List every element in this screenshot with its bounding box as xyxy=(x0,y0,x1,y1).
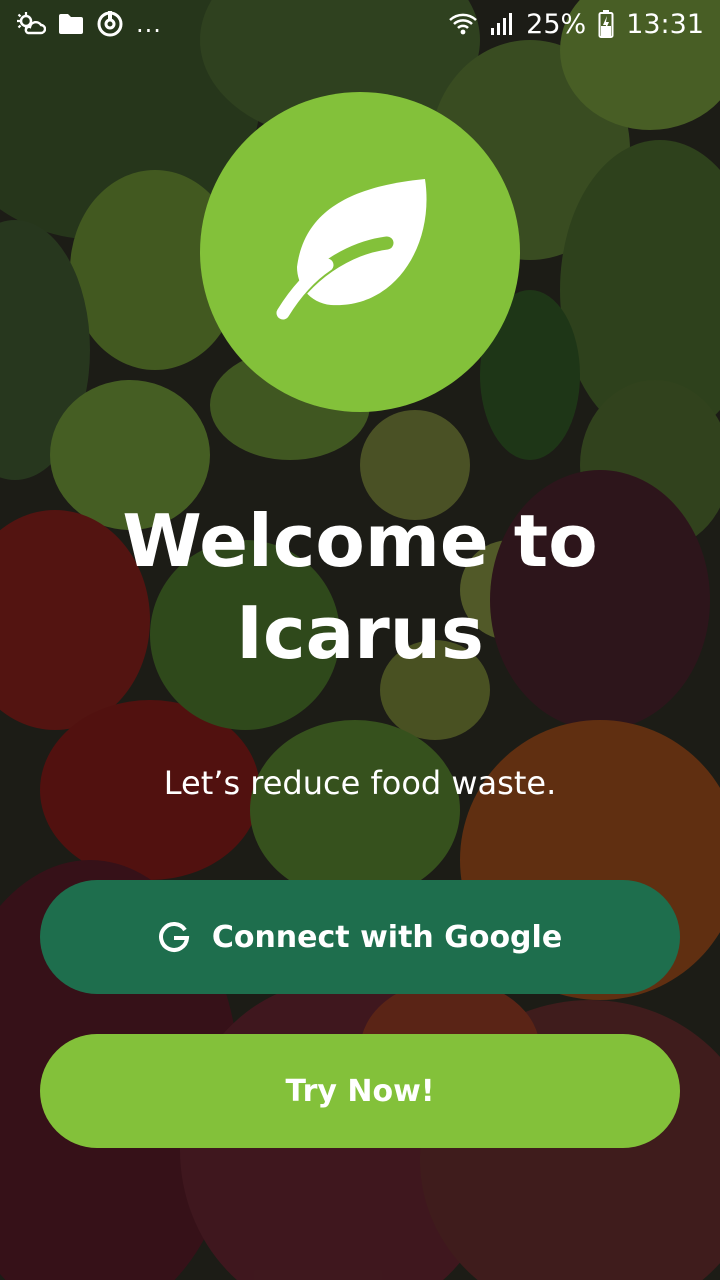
try-now-button[interactable]: Try Now! xyxy=(40,1034,680,1148)
app-name: Icarus xyxy=(236,591,484,675)
try-now-label: Try Now! xyxy=(285,1073,435,1109)
welcome-title: Welcome to Icarus xyxy=(0,495,720,679)
connect-google-label: Connect with Google xyxy=(211,919,563,955)
wifi-icon xyxy=(448,12,478,36)
google-g-icon xyxy=(158,921,190,953)
status-notifications: ... xyxy=(16,10,162,38)
status-system: 25% 13:31 xyxy=(448,9,704,40)
tagline: Let’s reduce food waste. xyxy=(163,764,557,802)
app-logo xyxy=(200,92,520,412)
battery-percent: 25% xyxy=(526,8,587,40)
folder-icon xyxy=(58,13,84,35)
clock-time: 13:31 xyxy=(626,8,704,40)
status-bar: ... 25% 13:31 xyxy=(0,0,720,48)
welcome-screen: ... 25% 13:31 Welcome to Icarus Let’s re… xyxy=(0,0,720,1280)
leaf-icon xyxy=(275,175,445,330)
connect-google-button[interactable]: Connect with Google xyxy=(40,880,680,994)
battery-charging-icon xyxy=(598,10,614,38)
weather-cloud-icon xyxy=(16,11,46,37)
sync-circle-icon xyxy=(96,10,124,38)
more-notifications-indicator: ... xyxy=(136,10,162,38)
welcome-title-line1: Welcome to xyxy=(122,499,598,583)
signal-icon xyxy=(490,12,514,36)
